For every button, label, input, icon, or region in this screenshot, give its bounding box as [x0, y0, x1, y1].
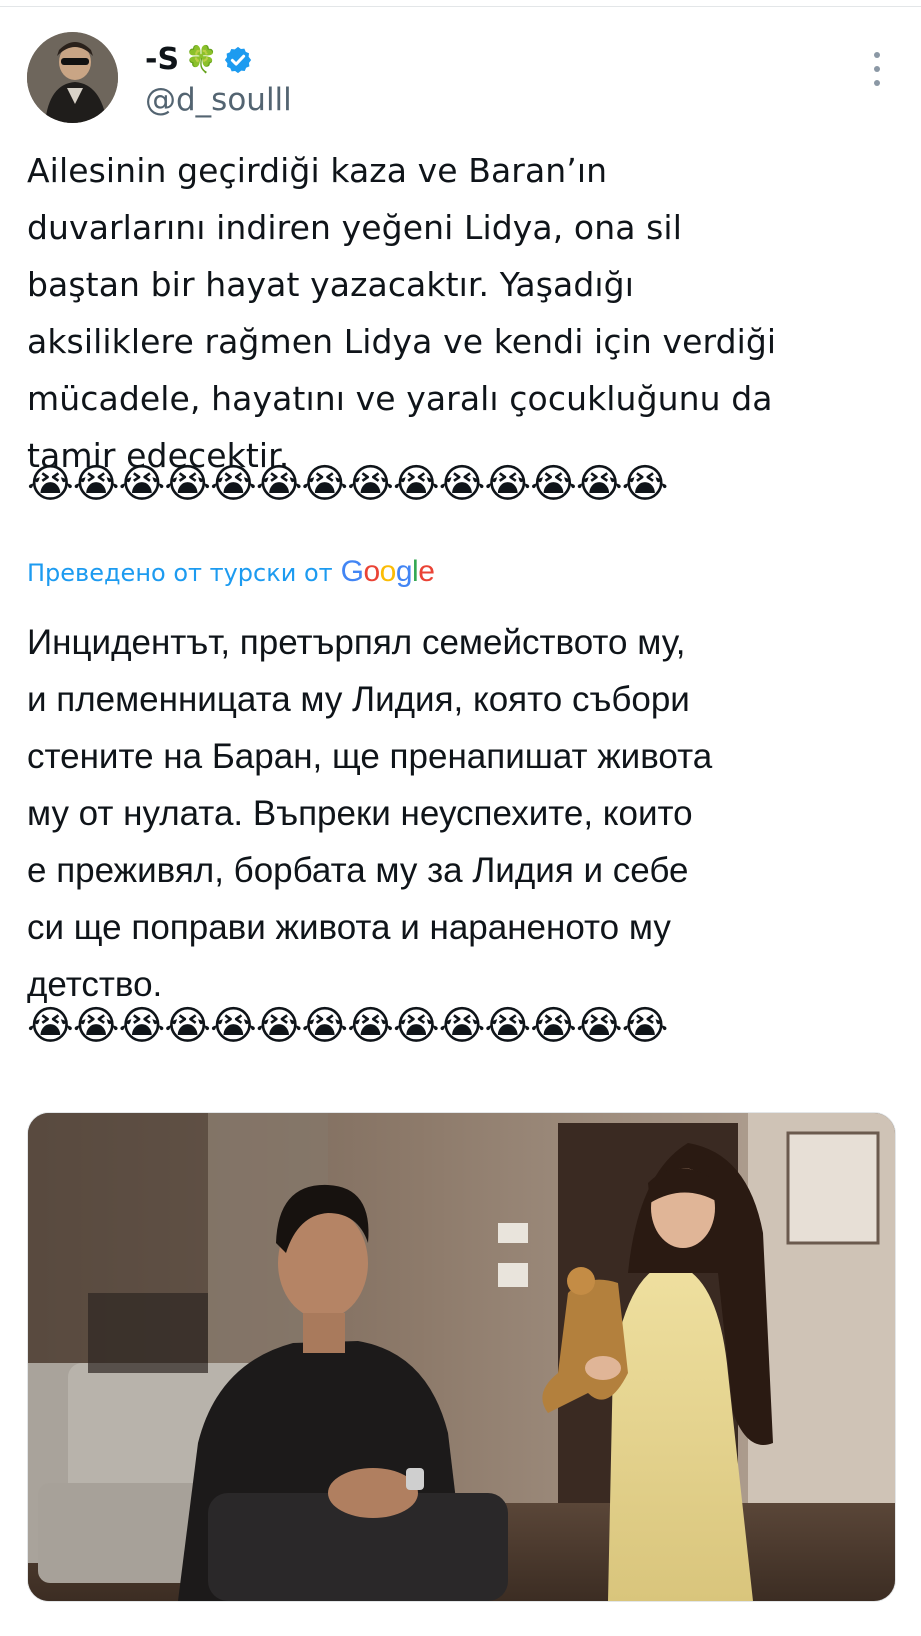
- crying-emoji-row-translated: 😭😭😭😭😭😭😭😭😭😭😭😭😭😭: [27, 1003, 668, 1049]
- translation-attribution[interactable]: Преведено от турски от Google: [27, 552, 435, 593]
- tweet-translated-text: Инцидентът, претърпял семейството му, и …: [27, 623, 713, 1004]
- author-name-row[interactable]: -S 🍀: [145, 40, 253, 80]
- tweet-photo[interactable]: [27, 1112, 896, 1602]
- translation-label[interactable]: Преведено от турски от: [27, 553, 333, 593]
- avatar[interactable]: [27, 32, 118, 123]
- clover-emoji: 🍀: [185, 45, 218, 75]
- tweet-original-text: Ailesinin geçirdiği kaza ve Baran’ın duv…: [27, 151, 777, 475]
- author-handle[interactable]: @d_soulll: [145, 80, 292, 120]
- display-name[interactable]: -S: [145, 40, 179, 80]
- verified-icon: [225, 46, 252, 74]
- google-logo: Google: [340, 555, 435, 588]
- top-divider: [0, 6, 921, 7]
- crying-emoji-row: 😭😭😭😭😭😭😭😭😭😭😭😭😭😭: [27, 461, 668, 507]
- more-options-icon[interactable]: [862, 52, 892, 86]
